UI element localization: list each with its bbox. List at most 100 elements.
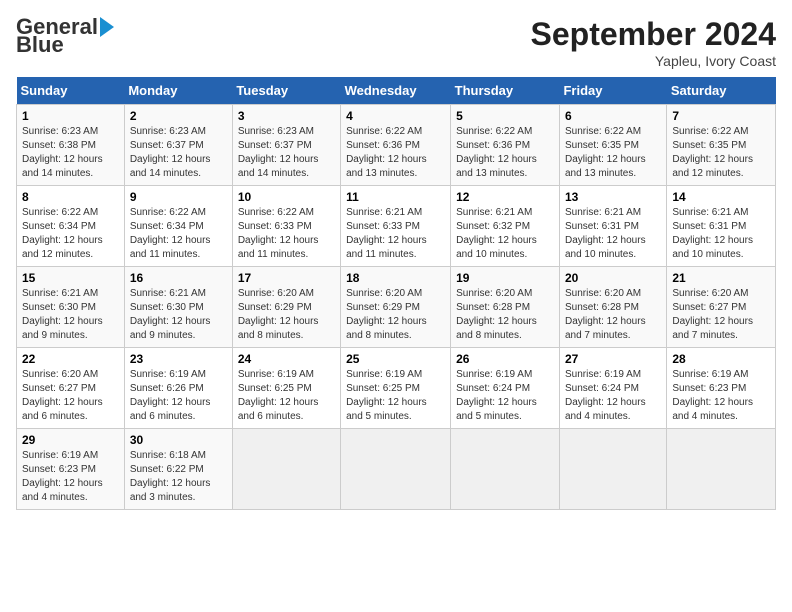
day-number: 5 xyxy=(456,109,554,123)
calendar-day-cell: 13 Sunrise: 6:21 AMSunset: 6:31 PMDaylig… xyxy=(559,186,666,267)
day-info: Sunrise: 6:20 AMSunset: 6:29 PMDaylight:… xyxy=(346,288,427,341)
calendar-day-cell: 4 Sunrise: 6:22 AMSunset: 6:36 PMDayligh… xyxy=(341,105,451,186)
day-info: Sunrise: 6:19 AMSunset: 6:25 PMDaylight:… xyxy=(346,369,427,422)
calendar-day-cell: 22 Sunrise: 6:20 AMSunset: 6:27 PMDaylig… xyxy=(17,348,125,429)
day-number: 24 xyxy=(238,352,335,366)
day-number: 6 xyxy=(565,109,661,123)
day-info: Sunrise: 6:20 AMSunset: 6:27 PMDaylight:… xyxy=(22,369,103,422)
day-number: 8 xyxy=(22,190,119,204)
page-header: General Blue September 2024 Yapleu, Ivor… xyxy=(16,16,776,69)
day-info: Sunrise: 6:18 AMSunset: 6:22 PMDaylight:… xyxy=(130,450,211,503)
day-info: Sunrise: 6:22 AMSunset: 6:34 PMDaylight:… xyxy=(130,207,211,260)
day-info: Sunrise: 6:22 AMSunset: 6:33 PMDaylight:… xyxy=(238,207,319,260)
col-tuesday: Tuesday xyxy=(232,77,340,105)
day-info: Sunrise: 6:21 AMSunset: 6:31 PMDaylight:… xyxy=(672,207,753,260)
day-number: 29 xyxy=(22,433,119,447)
calendar-day-cell xyxy=(341,429,451,510)
day-number: 26 xyxy=(456,352,554,366)
month-title: September 2024 xyxy=(531,16,776,53)
calendar-day-cell: 5 Sunrise: 6:22 AMSunset: 6:36 PMDayligh… xyxy=(451,105,560,186)
day-number: 9 xyxy=(130,190,227,204)
calendar-day-cell: 23 Sunrise: 6:19 AMSunset: 6:26 PMDaylig… xyxy=(124,348,232,429)
calendar-day-cell: 2 Sunrise: 6:23 AMSunset: 6:37 PMDayligh… xyxy=(124,105,232,186)
day-number: 27 xyxy=(565,352,661,366)
day-info: Sunrise: 6:22 AMSunset: 6:34 PMDaylight:… xyxy=(22,207,103,260)
day-number: 16 xyxy=(130,271,227,285)
calendar-day-cell: 12 Sunrise: 6:21 AMSunset: 6:32 PMDaylig… xyxy=(451,186,560,267)
calendar-day-cell: 28 Sunrise: 6:19 AMSunset: 6:23 PMDaylig… xyxy=(667,348,776,429)
calendar-table: Sunday Monday Tuesday Wednesday Thursday… xyxy=(16,77,776,510)
day-number: 22 xyxy=(22,352,119,366)
day-number: 28 xyxy=(672,352,770,366)
day-info: Sunrise: 6:20 AMSunset: 6:28 PMDaylight:… xyxy=(565,288,646,341)
day-number: 3 xyxy=(238,109,335,123)
day-number: 2 xyxy=(130,109,227,123)
calendar-day-cell: 14 Sunrise: 6:21 AMSunset: 6:31 PMDaylig… xyxy=(667,186,776,267)
calendar-day-cell: 25 Sunrise: 6:19 AMSunset: 6:25 PMDaylig… xyxy=(341,348,451,429)
day-info: Sunrise: 6:21 AMSunset: 6:30 PMDaylight:… xyxy=(22,288,103,341)
calendar-day-cell: 3 Sunrise: 6:23 AMSunset: 6:37 PMDayligh… xyxy=(232,105,340,186)
day-info: Sunrise: 6:23 AMSunset: 6:38 PMDaylight:… xyxy=(22,126,103,179)
day-number: 20 xyxy=(565,271,661,285)
day-number: 4 xyxy=(346,109,445,123)
col-monday: Monday xyxy=(124,77,232,105)
day-number: 1 xyxy=(22,109,119,123)
calendar-week-row: 8 Sunrise: 6:22 AMSunset: 6:34 PMDayligh… xyxy=(17,186,776,267)
calendar-week-row: 15 Sunrise: 6:21 AMSunset: 6:30 PMDaylig… xyxy=(17,267,776,348)
day-number: 30 xyxy=(130,433,227,447)
day-number: 17 xyxy=(238,271,335,285)
day-info: Sunrise: 6:19 AMSunset: 6:24 PMDaylight:… xyxy=(456,369,537,422)
col-sunday: Sunday xyxy=(17,77,125,105)
calendar-day-cell: 30 Sunrise: 6:18 AMSunset: 6:22 PMDaylig… xyxy=(124,429,232,510)
calendar-day-cell: 8 Sunrise: 6:22 AMSunset: 6:34 PMDayligh… xyxy=(17,186,125,267)
day-info: Sunrise: 6:20 AMSunset: 6:27 PMDaylight:… xyxy=(672,288,753,341)
calendar-day-cell: 26 Sunrise: 6:19 AMSunset: 6:24 PMDaylig… xyxy=(451,348,560,429)
day-number: 15 xyxy=(22,271,119,285)
day-info: Sunrise: 6:21 AMSunset: 6:30 PMDaylight:… xyxy=(130,288,211,341)
day-number: 25 xyxy=(346,352,445,366)
day-info: Sunrise: 6:22 AMSunset: 6:36 PMDaylight:… xyxy=(346,126,427,179)
calendar-day-cell: 15 Sunrise: 6:21 AMSunset: 6:30 PMDaylig… xyxy=(17,267,125,348)
col-wednesday: Wednesday xyxy=(341,77,451,105)
calendar-day-cell: 6 Sunrise: 6:22 AMSunset: 6:35 PMDayligh… xyxy=(559,105,666,186)
day-info: Sunrise: 6:19 AMSunset: 6:24 PMDaylight:… xyxy=(565,369,646,422)
day-number: 23 xyxy=(130,352,227,366)
calendar-day-cell: 10 Sunrise: 6:22 AMSunset: 6:33 PMDaylig… xyxy=(232,186,340,267)
calendar-day-cell: 17 Sunrise: 6:20 AMSunset: 6:29 PMDaylig… xyxy=(232,267,340,348)
day-info: Sunrise: 6:21 AMSunset: 6:31 PMDaylight:… xyxy=(565,207,646,260)
calendar-day-cell: 27 Sunrise: 6:19 AMSunset: 6:24 PMDaylig… xyxy=(559,348,666,429)
calendar-day-cell: 29 Sunrise: 6:19 AMSunset: 6:23 PMDaylig… xyxy=(17,429,125,510)
calendar-day-cell: 16 Sunrise: 6:21 AMSunset: 6:30 PMDaylig… xyxy=(124,267,232,348)
col-saturday: Saturday xyxy=(667,77,776,105)
day-number: 19 xyxy=(456,271,554,285)
day-info: Sunrise: 6:22 AMSunset: 6:36 PMDaylight:… xyxy=(456,126,537,179)
calendar-day-cell: 9 Sunrise: 6:22 AMSunset: 6:34 PMDayligh… xyxy=(124,186,232,267)
day-info: Sunrise: 6:22 AMSunset: 6:35 PMDaylight:… xyxy=(672,126,753,179)
calendar-day-cell: 11 Sunrise: 6:21 AMSunset: 6:33 PMDaylig… xyxy=(341,186,451,267)
calendar-week-row: 29 Sunrise: 6:19 AMSunset: 6:23 PMDaylig… xyxy=(17,429,776,510)
calendar-day-cell xyxy=(232,429,340,510)
day-number: 7 xyxy=(672,109,770,123)
day-info: Sunrise: 6:20 AMSunset: 6:29 PMDaylight:… xyxy=(238,288,319,341)
day-number: 13 xyxy=(565,190,661,204)
day-info: Sunrise: 6:19 AMSunset: 6:23 PMDaylight:… xyxy=(22,450,103,503)
day-number: 12 xyxy=(456,190,554,204)
day-number: 11 xyxy=(346,190,445,204)
day-number: 21 xyxy=(672,271,770,285)
day-info: Sunrise: 6:21 AMSunset: 6:32 PMDaylight:… xyxy=(456,207,537,260)
day-info: Sunrise: 6:23 AMSunset: 6:37 PMDaylight:… xyxy=(130,126,211,179)
day-info: Sunrise: 6:22 AMSunset: 6:35 PMDaylight:… xyxy=(565,126,646,179)
calendar-day-cell xyxy=(559,429,666,510)
calendar-day-cell: 20 Sunrise: 6:20 AMSunset: 6:28 PMDaylig… xyxy=(559,267,666,348)
day-info: Sunrise: 6:19 AMSunset: 6:23 PMDaylight:… xyxy=(672,369,753,422)
day-number: 18 xyxy=(346,271,445,285)
col-friday: Friday xyxy=(559,77,666,105)
calendar-day-cell: 19 Sunrise: 6:20 AMSunset: 6:28 PMDaylig… xyxy=(451,267,560,348)
day-number: 10 xyxy=(238,190,335,204)
calendar-day-cell: 1 Sunrise: 6:23 AMSunset: 6:38 PMDayligh… xyxy=(17,105,125,186)
calendar-week-row: 1 Sunrise: 6:23 AMSunset: 6:38 PMDayligh… xyxy=(17,105,776,186)
calendar-day-cell: 21 Sunrise: 6:20 AMSunset: 6:27 PMDaylig… xyxy=(667,267,776,348)
day-info: Sunrise: 6:23 AMSunset: 6:37 PMDaylight:… xyxy=(238,126,319,179)
calendar-day-cell xyxy=(667,429,776,510)
logo: General Blue xyxy=(16,16,114,56)
